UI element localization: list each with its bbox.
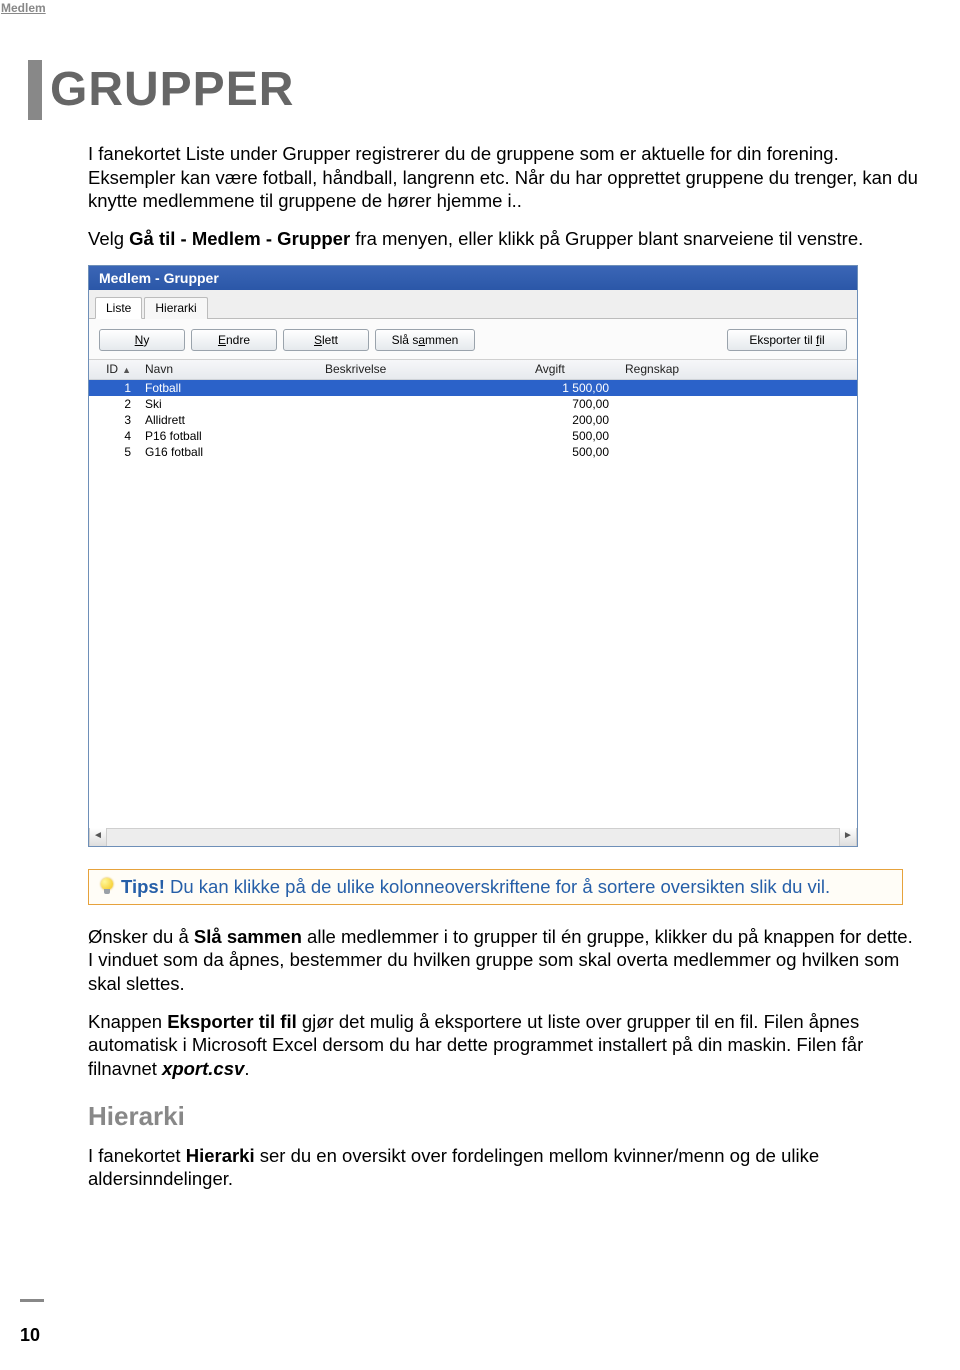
para-sla-sammen: Ønsker du å Slå sammen alle medlemmer i …	[88, 925, 920, 996]
tip-body: Du kan klikke på de ulike kolonneoverskr…	[170, 876, 830, 897]
page-number: 10	[20, 1304, 44, 1346]
table-row[interactable]: 3Allidrett200,00	[89, 412, 857, 428]
page-title: GRUPPER	[50, 60, 294, 120]
scroll-right-icon[interactable]: ►	[839, 828, 857, 846]
ny-button[interactable]: Ny	[99, 329, 185, 351]
eksporter-button[interactable]: Eksporter til fil	[727, 329, 847, 351]
window-tabs: Liste Hierarki	[89, 290, 857, 319]
col-regnskap[interactable]: Regnskap	[619, 362, 857, 376]
btn-ny-rest: y	[143, 333, 149, 347]
tip-box: Tips! Du kan klikke på de ulike kolonneo…	[88, 869, 903, 905]
table-row[interactable]: 1Fotball1 500,00	[89, 380, 857, 396]
sub-heading-hierarki: Hierarki	[88, 1101, 920, 1132]
table-row[interactable]: 4P16 fotball500,00	[89, 428, 857, 444]
tab-hierarki[interactable]: Hierarki	[144, 297, 207, 319]
slett-button[interactable]: Slett	[283, 329, 369, 351]
tip-label: Tips!	[121, 876, 165, 897]
title-accent-bar	[28, 60, 42, 120]
lightbulb-icon	[99, 876, 115, 896]
table-row[interactable]: 5G16 fotball500,00	[89, 444, 857, 460]
endre-button[interactable]: Endre	[191, 329, 277, 351]
table-row[interactable]: 2Ski700,00	[89, 396, 857, 412]
horizontal-scrollbar[interactable]: ◄ ►	[89, 828, 857, 846]
sla-sammen-button[interactable]: Slå sammen	[375, 329, 475, 351]
col-navn[interactable]: Navn	[139, 362, 319, 376]
window-titlebar: Medlem - Grupper	[89, 266, 857, 290]
window-toolbar: Ny Endre Slett Slå sammen Eksporter til …	[89, 319, 857, 360]
page-title-wrap: GRUPPER	[28, 60, 920, 120]
col-beskrivelse[interactable]: Beskrivelse	[319, 362, 529, 376]
sort-asc-icon: ▲	[122, 365, 131, 375]
scroll-left-icon[interactable]: ◄	[89, 828, 107, 846]
para-hierarki: I fanekortet Hierarki ser du en oversikt…	[88, 1144, 920, 1191]
tip-text: Tips! Du kan klikke på de ulike kolonneo…	[121, 876, 830, 898]
app-window: Medlem - Grupper Liste Hierarki Ny Endre…	[88, 265, 858, 847]
grid-body: 1Fotball1 500,002Ski700,003Allidrett200,…	[89, 380, 857, 828]
intro-paragraph: I fanekortet Liste under Grupper registr…	[88, 142, 920, 213]
para-eksporter: Knappen Eksporter til fil gjør det mulig…	[88, 1010, 920, 1081]
tab-liste[interactable]: Liste	[95, 297, 142, 319]
header-breadcrumb: Medlem	[1, 1, 46, 15]
col-avgift[interactable]: Avgift	[529, 362, 619, 376]
grid-header: ID▲ Navn Beskrivelse Avgift Regnskap	[89, 360, 857, 380]
col-id[interactable]: ID▲	[89, 362, 139, 376]
hint-paragraph: Velg Gå til - Medlem - Grupper fra menye…	[88, 227, 920, 251]
